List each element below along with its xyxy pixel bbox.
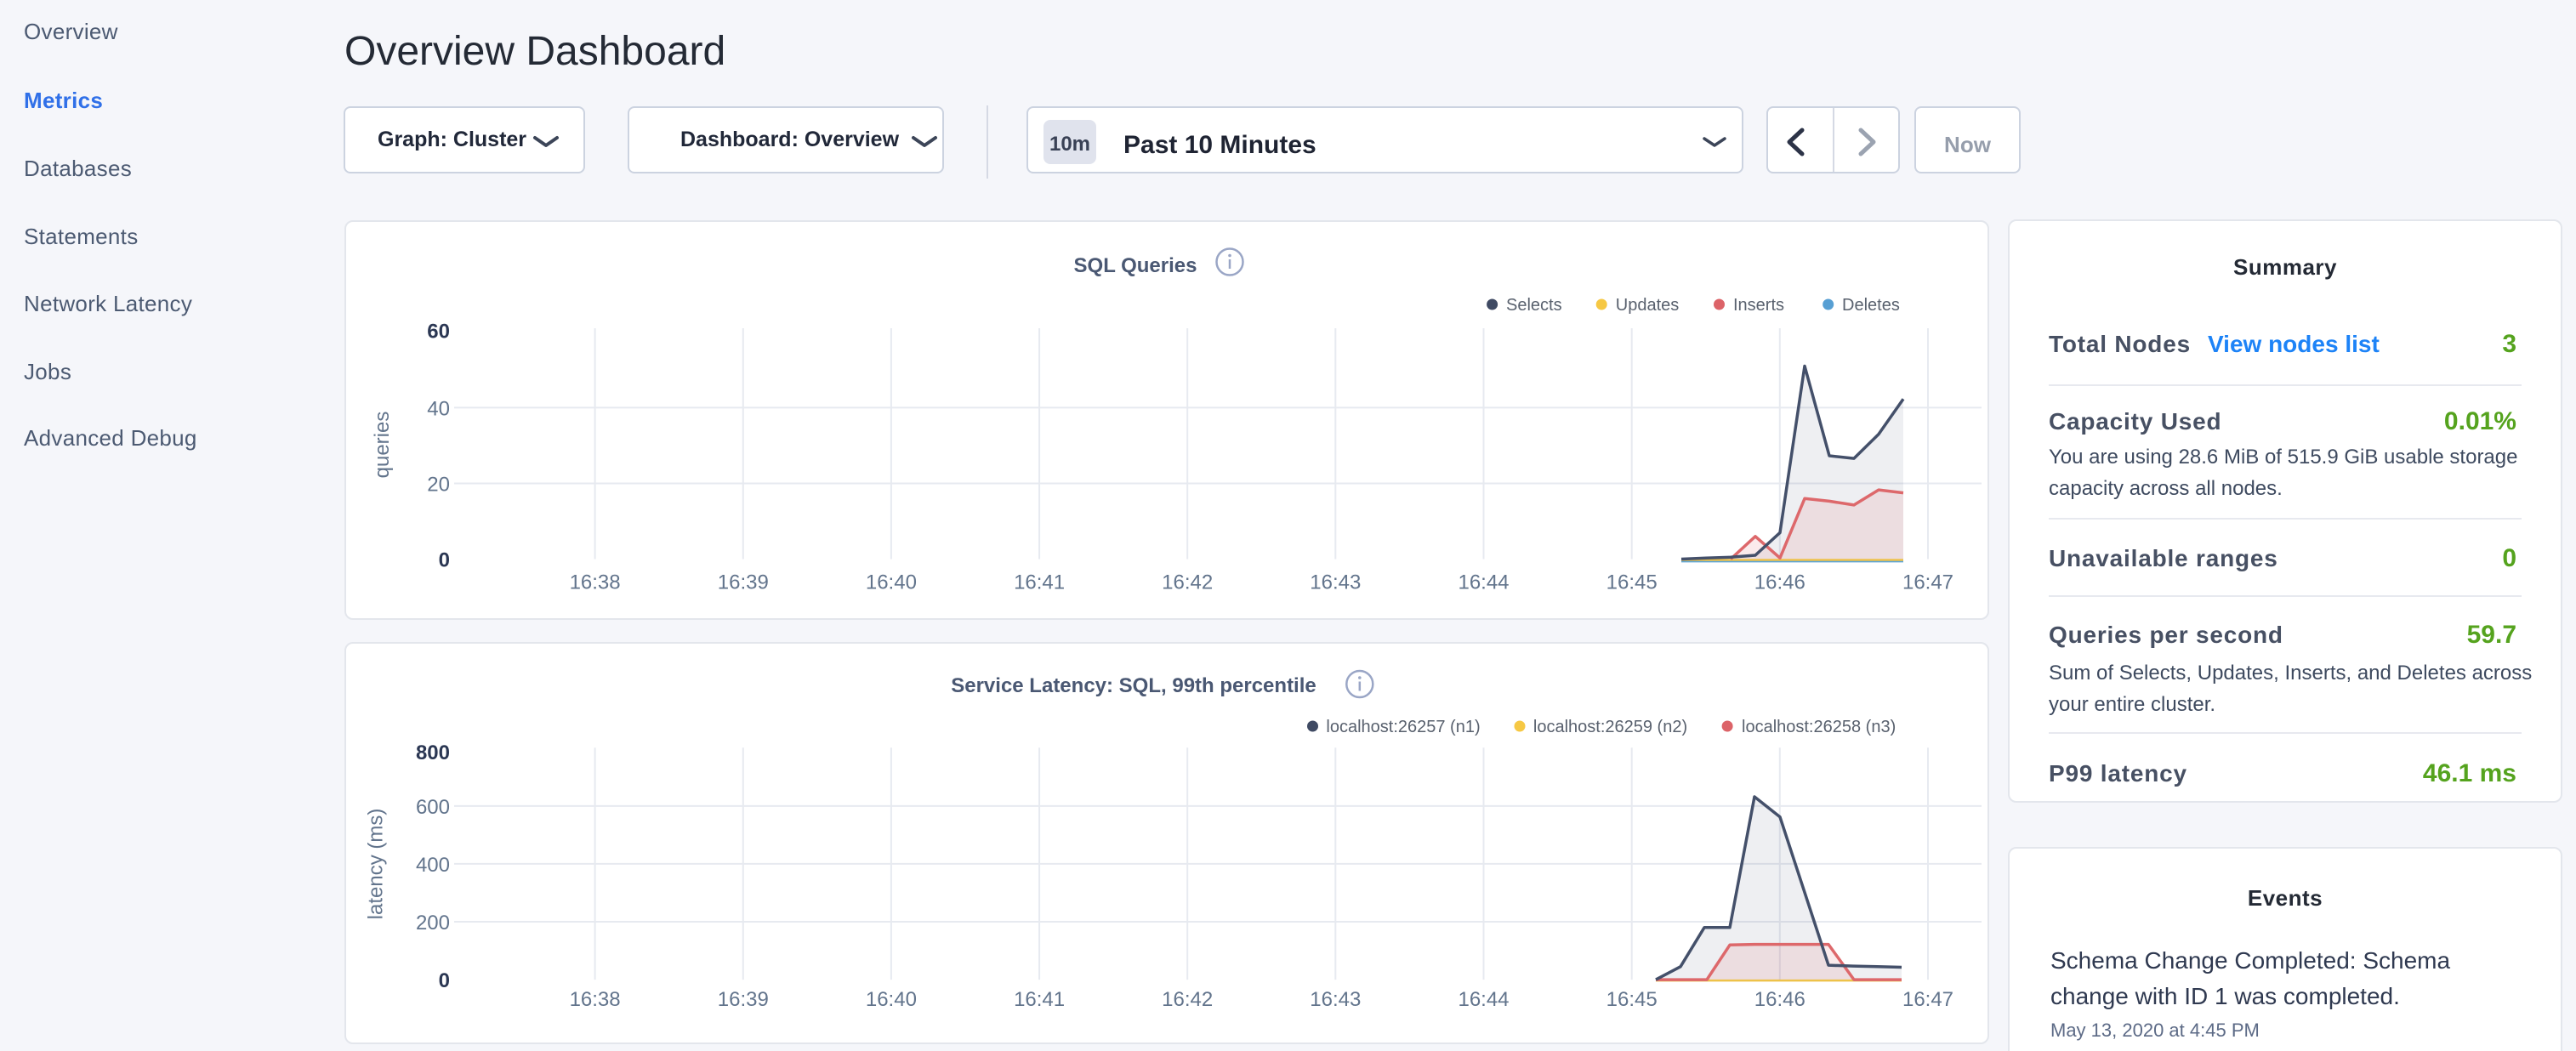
- svg-text:16:42: 16:42: [1162, 988, 1213, 1011]
- svg-text:Selects: Selects: [1506, 296, 1562, 315]
- svg-text:localhost:26258 (n3): localhost:26258 (n3): [1742, 718, 1896, 736]
- svg-text:20: 20: [427, 474, 450, 497]
- svg-text:800: 800: [416, 741, 450, 764]
- svg-text:Updates: Updates: [1616, 296, 1680, 315]
- svg-text:Inserts: Inserts: [1733, 296, 1784, 315]
- svg-text:16:40: 16:40: [866, 988, 917, 1011]
- svg-text:16:45: 16:45: [1606, 571, 1658, 594]
- svg-text:localhost:26257 (n1): localhost:26257 (n1): [1326, 718, 1480, 736]
- svg-text:queries: queries: [371, 412, 394, 479]
- svg-text:400: 400: [416, 854, 450, 877]
- svg-text:latency (ms): latency (ms): [365, 809, 388, 920]
- svg-text:16:38: 16:38: [570, 571, 621, 594]
- svg-text:16:39: 16:39: [718, 988, 769, 1011]
- svg-text:16:38: 16:38: [570, 988, 621, 1011]
- svg-text:60: 60: [427, 321, 450, 344]
- svg-text:200: 200: [416, 912, 450, 935]
- svg-text:16:42: 16:42: [1162, 571, 1213, 594]
- svg-text:16:43: 16:43: [1310, 988, 1361, 1011]
- svg-text:16:45: 16:45: [1606, 988, 1658, 1011]
- svg-text:16:44: 16:44: [1458, 571, 1509, 594]
- svg-text:localhost:26259 (n2): localhost:26259 (n2): [1533, 718, 1687, 736]
- svg-text:0: 0: [439, 969, 450, 992]
- svg-text:600: 600: [416, 796, 450, 819]
- svg-text:16:47: 16:47: [1902, 571, 1953, 594]
- svg-text:16:43: 16:43: [1310, 571, 1361, 594]
- svg-text:0: 0: [439, 549, 450, 572]
- svg-text:16:41: 16:41: [1014, 988, 1065, 1011]
- svg-text:16:41: 16:41: [1014, 571, 1065, 594]
- svg-text:Service Latency: SQL, 99th per: Service Latency: SQL, 99th percentile: [951, 674, 1316, 697]
- svg-text:Deletes: Deletes: [1842, 296, 1900, 315]
- svg-text:16:46: 16:46: [1754, 571, 1805, 594]
- svg-text:16:39: 16:39: [718, 571, 769, 594]
- svg-text:16:40: 16:40: [866, 571, 917, 594]
- svg-text:16:47: 16:47: [1902, 988, 1953, 1011]
- svg-text:16:46: 16:46: [1754, 988, 1805, 1011]
- svg-text:16:44: 16:44: [1458, 988, 1509, 1011]
- svg-text:SQL Queries: SQL Queries: [1074, 254, 1197, 277]
- svg-text:40: 40: [427, 397, 450, 420]
